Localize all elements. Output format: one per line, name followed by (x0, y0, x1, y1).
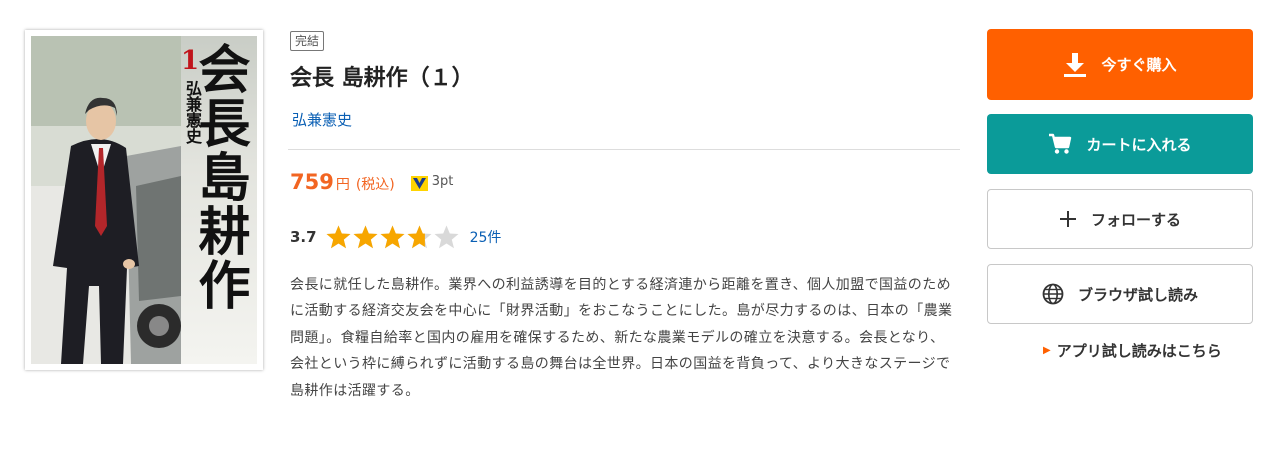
app-preview-link[interactable]: ▶ アプリ試し読みはこちら (1043, 340, 1222, 361)
points-value: 3pt (431, 174, 454, 189)
app-preview-label: アプリ試し読みはこちら (1056, 342, 1222, 360)
price-unit: 円 (335, 177, 350, 193)
cart-icon (1049, 133, 1072, 154)
tax-label: (税込) (355, 177, 395, 193)
buy-now-button[interactable]: 今すぐ購入 (987, 29, 1253, 100)
cover-illustration (31, 36, 181, 364)
star-rating (325, 224, 460, 250)
status-badge: 完結 (290, 31, 325, 51)
follow-button[interactable]: フォローする (987, 189, 1253, 249)
divider (288, 149, 960, 150)
rating-value: 3.7 (290, 228, 317, 246)
price-row: 759 円 (税込) 3pt (290, 170, 453, 194)
follow-label: フォローする (1090, 210, 1181, 229)
review-count-link[interactable]: 25件 (470, 227, 502, 247)
star-full-icon (326, 225, 351, 249)
star-partial-icon (407, 225, 432, 249)
product-page: 1 弘兼憲史 会長島耕作 完結 会長 島耕作（１） 弘兼憲史 759 円 (税込… (0, 0, 1280, 450)
product-title: 会長 島耕作（１） (290, 66, 474, 91)
add-to-cart-button[interactable]: カートに入れる (987, 114, 1253, 174)
star-full-icon (353, 225, 378, 249)
cover-art: 1 弘兼憲史 会長島耕作 (31, 36, 257, 364)
add-to-cart-label: カートに入れる (1086, 135, 1192, 154)
product-description: 会長に就任した島耕作。業界への利益誘導を目的とする経済連から距離を置き、個人加盟… (290, 277, 953, 399)
author-link[interactable]: 弘兼憲史 (292, 109, 352, 130)
cover-title: 会長島耕作 (189, 42, 250, 312)
rating-row: 3.7 25件 (290, 224, 501, 250)
cover-image[interactable]: 1 弘兼憲史 会長島耕作 (25, 30, 263, 370)
triangle-right-icon: ▶ (1043, 345, 1051, 356)
plus-icon (1059, 211, 1076, 227)
price-value: 759 (290, 170, 334, 194)
v-point-icon (410, 176, 428, 191)
buy-now-label: 今すぐ購入 (1101, 56, 1177, 74)
globe-icon (1042, 283, 1064, 305)
browser-preview-button[interactable]: ブラウザ試し読み (987, 264, 1253, 324)
download-arrow-icon (1064, 52, 1087, 77)
star-full-icon (380, 225, 405, 249)
star-empty-icon (434, 225, 459, 249)
browser-preview-label: ブラウザ試し読み (1077, 285, 1198, 304)
points: 3pt (410, 174, 454, 191)
